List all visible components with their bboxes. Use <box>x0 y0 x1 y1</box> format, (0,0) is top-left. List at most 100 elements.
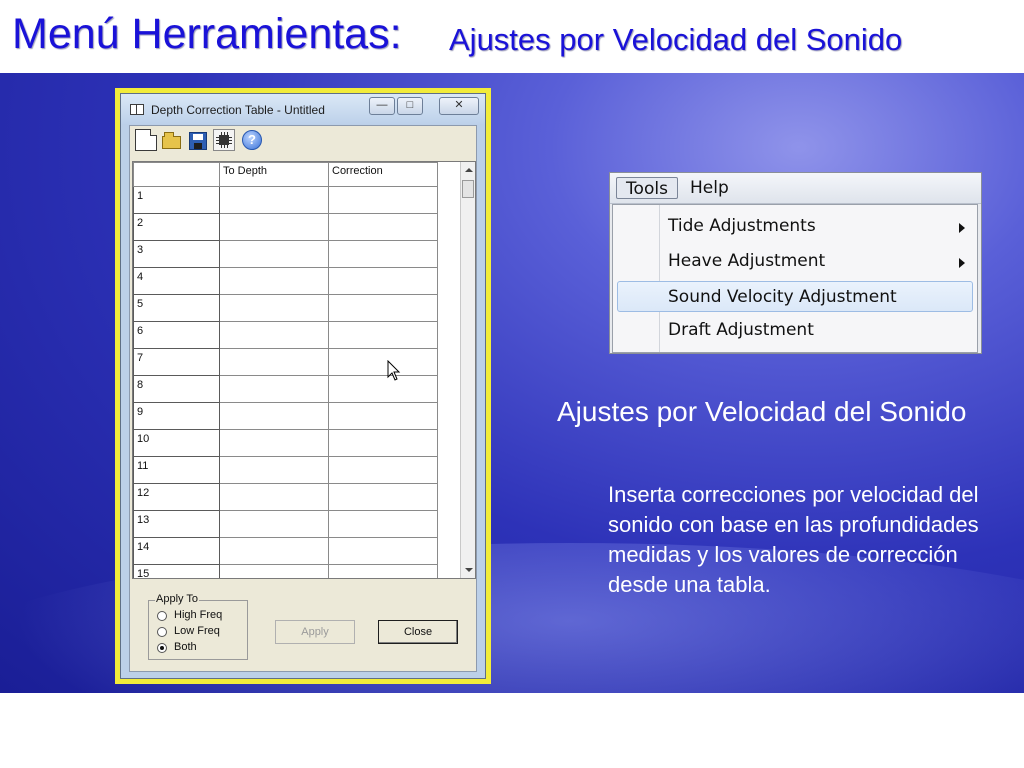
row-header[interactable]: 3 <box>133 240 220 268</box>
row-header[interactable]: 13 <box>133 510 220 538</box>
row-header[interactable]: 5 <box>133 294 220 322</box>
radio-label: High Freq <box>174 609 223 621</box>
correction-cell[interactable] <box>328 402 438 430</box>
help-icon[interactable]: ? <box>241 129 263 151</box>
maximize-button[interactable]: □ <box>397 97 423 115</box>
apply-to-group: Apply To High Freq Low Freq Both <box>148 593 248 660</box>
tools-dropdown: Tide Adjustments Heave Adjustment Sound … <box>612 204 978 353</box>
correction-cell[interactable] <box>328 348 438 376</box>
menu-item-tide-adjustments[interactable]: Tide Adjustments <box>617 211 973 242</box>
table-row: 10 <box>133 429 438 457</box>
table-row: 15 <box>133 564 438 578</box>
window-close-button[interactable]: ✕ <box>439 97 479 115</box>
correction-table: To Depth Correction 1 2 3 4 5 6 7 8 9 10 11 12 13 14 1… <box>132 161 476 579</box>
scroll-thumb[interactable] <box>462 180 474 198</box>
table-row: 2 <box>133 213 438 241</box>
new-file-icon[interactable] <box>135 129 157 151</box>
row-header[interactable]: 6 <box>133 321 220 349</box>
table-row: 3 <box>133 240 438 268</box>
radio-button-icon[interactable] <box>157 627 167 637</box>
radio-label: Low Freq <box>174 625 220 637</box>
depth-correction-window: Depth Correction Table - Untitled — □ ✕ … <box>120 93 486 679</box>
section-heading: Ajustes por Velocidad del Sonido <box>557 396 967 427</box>
book-icon <box>130 104 144 115</box>
slide-title: Menú Herramientas: <box>12 10 402 58</box>
row-header[interactable]: 4 <box>133 267 220 295</box>
row-header[interactable]: 2 <box>133 213 220 241</box>
menu-bar: Tools Help <box>610 173 981 204</box>
row-header[interactable]: 10 <box>133 429 220 457</box>
to-depth-cell[interactable] <box>219 186 329 214</box>
to-depth-cell[interactable] <box>219 429 329 457</box>
close-button[interactable]: Close <box>378 620 458 644</box>
scroll-up-arrow-icon[interactable] <box>465 168 473 172</box>
menu-item-draft-adjustment[interactable]: Draft Adjustment <box>617 315 973 346</box>
row-header[interactable]: 11 <box>133 456 220 484</box>
radio-button-selected-icon[interactable] <box>157 643 167 653</box>
table-row: 12 <box>133 483 438 511</box>
to-depth-cell[interactable] <box>219 402 329 430</box>
to-depth-cell[interactable] <box>219 267 329 295</box>
correction-cell[interactable] <box>328 456 438 484</box>
save-disk-icon[interactable] <box>187 129 209 151</box>
row-header[interactable]: 9 <box>133 402 220 430</box>
table-vertical-scrollbar[interactable] <box>460 162 475 578</box>
slide-title-bar: Menú Herramientas: Ajustes por Velocidad… <box>0 0 1024 72</box>
to-depth-cell[interactable] <box>219 483 329 511</box>
menu-item-sound-velocity-adjustment[interactable]: Sound Velocity Adjustment <box>617 281 973 312</box>
scroll-down-arrow-icon[interactable] <box>465 568 473 572</box>
to-depth-cell[interactable] <box>219 213 329 241</box>
radio-button-icon[interactable] <box>157 611 167 621</box>
correction-cell[interactable] <box>328 186 438 214</box>
correction-cell[interactable] <box>328 267 438 295</box>
menu-tools[interactable]: Tools <box>616 177 678 199</box>
window-client-area: ? To Depth Correction 1 2 3 4 5 6 7 8 9 10 11 12 13 1… <box>129 125 477 672</box>
row-header[interactable]: 7 <box>133 348 220 376</box>
calculator-chip-icon[interactable] <box>213 129 235 151</box>
correction-cell[interactable] <box>328 429 438 457</box>
correction-cell[interactable] <box>328 240 438 268</box>
correction-cell[interactable] <box>328 483 438 511</box>
menu-item-label: Heave Adjustment <box>668 251 826 271</box>
window-titlebar[interactable]: Depth Correction Table - Untitled — □ ✕ <box>121 94 485 124</box>
row-header[interactable]: 12 <box>133 483 220 511</box>
to-depth-cell[interactable] <box>219 564 329 578</box>
row-header[interactable]: 8 <box>133 375 220 403</box>
submenu-arrow-icon <box>959 223 965 233</box>
window-title: Depth Correction Table - Untitled <box>151 103 325 117</box>
to-depth-cell[interactable] <box>219 348 329 376</box>
correction-cell[interactable] <box>328 321 438 349</box>
correction-cell[interactable] <box>328 375 438 403</box>
correction-cell[interactable] <box>328 564 438 578</box>
to-depth-cell[interactable] <box>219 375 329 403</box>
radio-label: Both <box>174 641 197 653</box>
correction-cell[interactable] <box>328 294 438 322</box>
table-row: 6 <box>133 321 438 349</box>
slide-subtitle: Ajustes por Velocidad del Sonido <box>449 22 903 57</box>
column-header-to-depth: To Depth <box>219 162 329 187</box>
to-depth-cell[interactable] <box>219 510 329 538</box>
correction-cell[interactable] <box>328 510 438 538</box>
submenu-arrow-icon <box>959 258 965 268</box>
menu-help[interactable]: Help <box>690 177 729 199</box>
to-depth-cell[interactable] <box>219 537 329 565</box>
table-row: 13 <box>133 510 438 538</box>
toolbar: ? <box>130 126 476 158</box>
minimize-button[interactable]: — <box>369 97 395 115</box>
menu-item-heave-adjustment[interactable]: Heave Adjustment <box>617 246 973 277</box>
menu-item-label: Draft Adjustment <box>668 320 814 340</box>
open-folder-icon[interactable] <box>161 129 183 151</box>
to-depth-cell[interactable] <box>219 294 329 322</box>
row-header[interactable]: 14 <box>133 537 220 565</box>
section-description: Inserta correcciones por velocidad del s… <box>608 482 979 597</box>
row-header[interactable]: 15 <box>133 564 220 578</box>
correction-cell[interactable] <box>328 537 438 565</box>
to-depth-cell[interactable] <box>219 240 329 268</box>
apply-button[interactable]: Apply <box>275 620 355 644</box>
menu-item-label: Tide Adjustments <box>668 216 816 236</box>
to-depth-cell[interactable] <box>219 321 329 349</box>
correction-cell[interactable] <box>328 213 438 241</box>
slide-footer-area <box>0 693 1024 768</box>
to-depth-cell[interactable] <box>219 456 329 484</box>
row-header[interactable]: 1 <box>133 186 220 214</box>
